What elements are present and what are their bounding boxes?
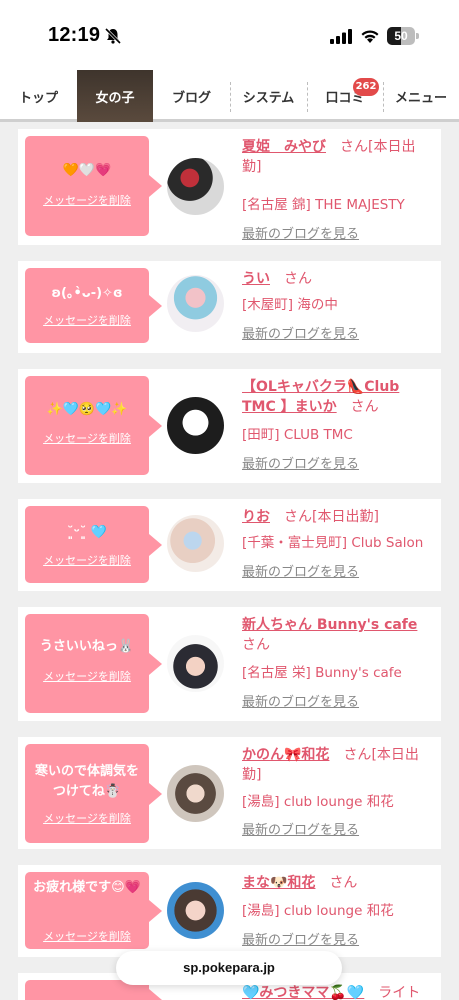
san-label: さん	[284, 271, 312, 287]
tab-blog[interactable]: ブログ	[153, 70, 230, 122]
cellular-signal-icon	[330, 29, 352, 44]
tab-top-label: トップ	[18, 90, 58, 106]
avatar[interactable]	[167, 515, 224, 572]
delete-message-link[interactable]: メッセージを削除	[25, 192, 149, 208]
message-bubble: うさいいねっ🐰 メッセージを削除	[25, 614, 162, 713]
latest-blog-link[interactable]: 最新のブログを見る	[242, 929, 359, 948]
latest-blog-link[interactable]: 最新のブログを見る	[242, 561, 359, 580]
delete-message-link[interactable]: メッセージを削除	[25, 312, 149, 328]
girl-name-link[interactable]: まな🐶和花	[242, 875, 315, 891]
list-item: 🧡🤍💗 メッセージを削除 夏姫 みやび さん[本日出勤] [名古屋 錦] THE…	[18, 129, 441, 245]
list-item: ✨🩵🥺🩵✨ メッセージを削除 【OLキャバクラ👠Club TMC 】まいか さん…	[18, 369, 441, 483]
message-text: お疲れ様です😊💗	[33, 880, 141, 895]
wifi-icon	[361, 30, 379, 43]
latest-blog-link[interactable]: 最新のブログを見る	[242, 323, 359, 342]
girl-name-link[interactable]: 夏姫 みやび	[242, 139, 326, 155]
girl-name-line: かのん🎀和花 さん[本日出勤]	[242, 745, 432, 785]
message-bubble: ✨🩵🥺🩵✨ メッセージを削除	[25, 376, 162, 475]
list-item: ˘͈ᵕ˘͈ 🩵 メッセージを削除 りお さん[本日出勤] [千葉・富士見町] C…	[18, 499, 441, 591]
tab-girls[interactable]: 女の子	[77, 70, 153, 122]
message-text: うさいいねっ🐰	[39, 639, 135, 654]
message-text: 🧡🤍💗	[62, 163, 112, 178]
message-text: ʚ(｡•̀ᴗ-)✧ɞ	[51, 286, 123, 301]
girl-name-line: 🩵みつきママ🍒🩵 ライト	[242, 983, 442, 1000]
list-item: 寒いので体調気をつけてね☃️ メッセージを削除 かのん🎀和花 さん[本日出勤] …	[18, 737, 441, 849]
avatar[interactable]	[167, 882, 224, 939]
shop-name[interactable]: [名古屋 錦] THE MAJESTY	[242, 193, 437, 213]
avatar[interactable]	[167, 765, 224, 822]
list-item: お疲れ様です😊💗 メッセージを削除 まな🐶和花 さん [湯島] club lou…	[18, 865, 441, 957]
status-time: 12:19	[48, 24, 101, 46]
delete-message-link[interactable]: メッセージを削除	[25, 430, 149, 446]
reviews-count-badge: 262	[353, 78, 379, 96]
girl-name-link[interactable]: りお	[242, 509, 270, 525]
status-bar: 12:19 50	[0, 0, 459, 70]
tab-menu[interactable]: メニュー	[383, 70, 459, 122]
url-bar[interactable]: sp.pokepara.jp	[116, 951, 342, 985]
shop-name[interactable]: [千葉・富士見町] Club Salon	[242, 531, 437, 551]
girl-name-line: 新人ちゃん Bunny's cafe さん	[242, 615, 432, 655]
avatar[interactable]	[167, 397, 224, 454]
message-bubble: 🧡🤍💗 メッセージを削除	[25, 136, 162, 236]
san-label: さん	[340, 139, 368, 155]
latest-blog-link[interactable]: 最新のブログを見る	[242, 223, 359, 242]
tab-bar: トップ 女の子 ブログ システム 口コミ 262 メニュー	[0, 70, 459, 122]
san-label: さん	[242, 637, 270, 653]
girl-name-link[interactable]: 新人ちゃん Bunny's cafe	[242, 617, 417, 633]
girl-name-line: まな🐶和花 さん	[242, 873, 432, 893]
message-text: ˘͈ᵕ˘͈ 🩵	[66, 525, 108, 540]
list-item: ʚ(｡•̀ᴗ-)✧ɞ メッセージを削除 うい さん [木屋町] 海の中 最新のブ…	[18, 261, 441, 353]
girl-name-line: うい さん	[242, 269, 432, 289]
girl-name-link[interactable]: 🩵みつきママ🍒🩵	[242, 985, 364, 1000]
girl-name-line: 夏姫 みやび さん[本日出勤]	[242, 137, 432, 177]
san-label: ライト	[378, 985, 421, 1000]
message-bubble: ʚ(｡•̀ᴗ-)✧ɞ メッセージを削除	[25, 268, 162, 343]
shop-name[interactable]: [名古屋 栄] Bunny's cafe	[242, 661, 437, 681]
girl-name-line: 【OLキャバクラ👠Club TMC 】まいか さん	[242, 377, 432, 417]
shop-name[interactable]: [湯島] club lounge 和花	[242, 899, 437, 919]
latest-blog-link[interactable]: 最新のブログを見る	[242, 453, 359, 472]
delete-message-link[interactable]: メッセージを削除	[25, 928, 149, 944]
san-label: さん	[343, 747, 372, 763]
tab-blog-label: ブログ	[171, 90, 211, 106]
san-label: さん	[284, 509, 312, 525]
delete-message-link[interactable]: メッセージを削除	[25, 810, 149, 826]
tab-top[interactable]: トップ	[0, 70, 77, 122]
tab-girls-label: 女の子	[95, 90, 135, 106]
tab-menu-label: メニュー	[394, 90, 447, 106]
message-bubble: 寒いので体調気をつけてね☃️ メッセージを削除	[25, 744, 162, 843]
avatar[interactable]	[167, 275, 224, 332]
avatar[interactable]	[167, 635, 224, 692]
san-label: さん	[350, 399, 379, 415]
girl-name-line: りお さん[本日出勤]	[242, 507, 432, 527]
status-label: [本日出勤]	[312, 509, 379, 525]
message-text: 寒いので体調気をつけてね☃️	[34, 764, 139, 799]
bell-slash-icon	[104, 27, 122, 45]
girl-name-link[interactable]: うい	[242, 271, 270, 287]
avatar[interactable]	[167, 158, 224, 215]
battery-level: 50	[394, 29, 408, 43]
girl-name-link[interactable]: かのん🎀和花	[242, 747, 329, 763]
tab-system[interactable]: システム	[230, 70, 307, 122]
shop-name[interactable]: [木屋町] 海の中	[242, 293, 437, 313]
delete-message-link[interactable]: メッセージを削除	[25, 552, 149, 568]
list-item: うさいいねっ🐰 メッセージを削除 新人ちゃん Bunny's cafe さん […	[18, 607, 441, 721]
latest-blog-link[interactable]: 最新のブログを見る	[242, 691, 359, 710]
latest-blog-link[interactable]: 最新のブログを見る	[242, 819, 359, 838]
tab-system-label: システム	[242, 90, 295, 106]
shop-name[interactable]: [田町] CLUB TMC	[242, 423, 437, 443]
shop-name[interactable]: [湯島] club lounge 和花	[242, 790, 437, 810]
delete-message-link[interactable]: メッセージを削除	[25, 668, 149, 684]
message-bubble: ˘͈ᵕ˘͈ 🩵 メッセージを削除	[25, 506, 162, 583]
battery-icon: 50	[387, 27, 419, 45]
message-bubble: お疲れ様です😊💗 メッセージを削除	[25, 872, 162, 949]
san-label: さん	[329, 875, 358, 891]
message-text: ✨🩵🥺🩵✨	[46, 402, 128, 417]
